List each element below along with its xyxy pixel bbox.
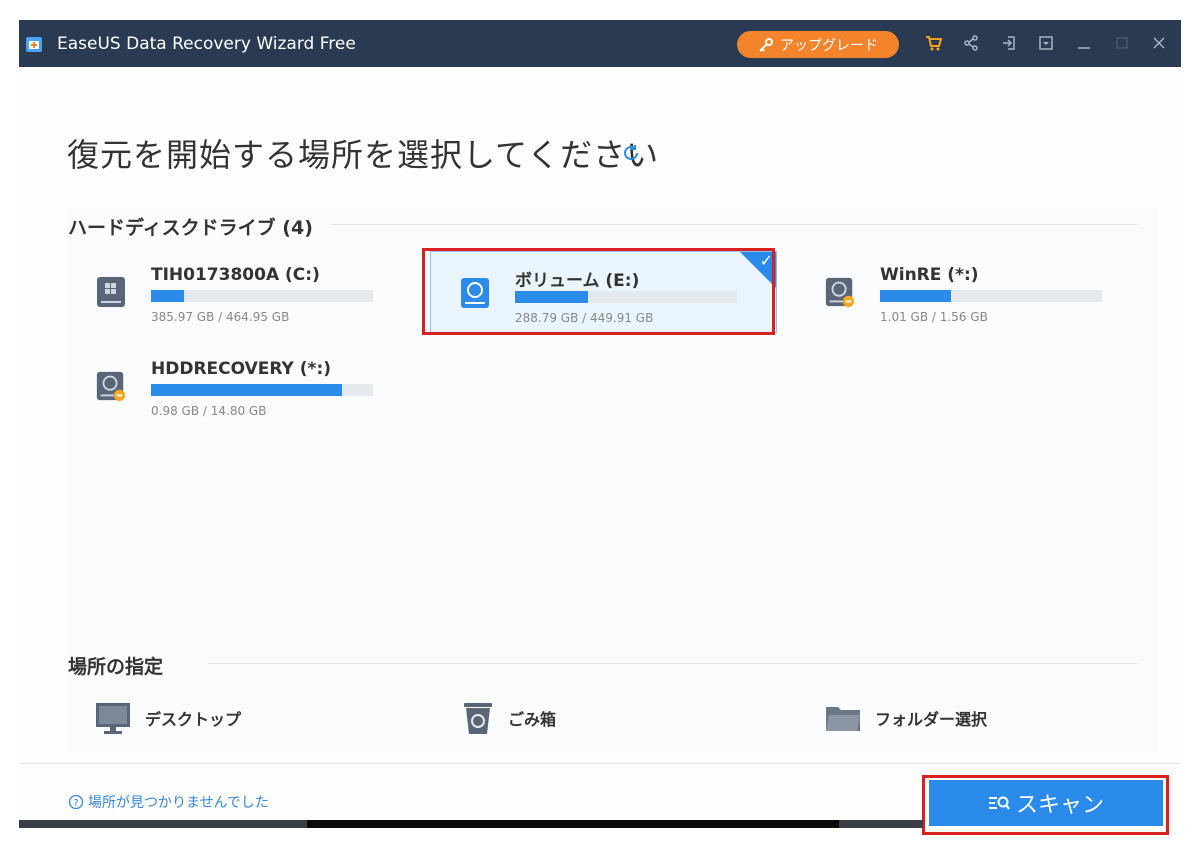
close-icon[interactable] [1150, 34, 1168, 52]
drive-name: WinRE (*:) [880, 265, 979, 285]
location-label: ごみ箱 [508, 710, 557, 729]
sign-in-icon[interactable] [1000, 34, 1018, 52]
share-icon[interactable] [962, 34, 980, 52]
svg-text:?: ? [73, 798, 78, 809]
drive-name: HDDRECOVERY (*:) [151, 359, 332, 379]
drive-usage-bar [151, 290, 373, 302]
cart-icon[interactable] [924, 34, 942, 52]
drive-size: 385.97 GB / 464.95 GB [151, 310, 290, 324]
page-title: 復元を開始する場所を選択してください [67, 136, 660, 174]
drive-card-hddrecovery[interactable]: HDDRECOVERY (*:) 0.98 GB / 14.80 GB [73, 345, 418, 425]
refresh-icon[interactable] [620, 142, 642, 164]
drive-usage-bar [151, 384, 373, 396]
upgrade-label: アップグレード [780, 37, 878, 54]
footer-divider [19, 763, 1181, 764]
taskbar-strip [839, 820, 923, 828]
section-divider [332, 224, 1138, 225]
hard-drive-section-title: ハードディスクドライブ (4) [68, 217, 313, 239]
location-recycle-bin[interactable]: ごみ箱 [462, 700, 556, 736]
upgrade-button[interactable]: アップグレード [737, 31, 899, 58]
title-bar: EaseUS Data Recovery Wizard Free アップグレード [19, 20, 1181, 67]
locations-section-title: 場所の指定 [68, 656, 164, 678]
window-title: EaseUS Data Recovery Wizard Free [57, 34, 356, 54]
recycle-bin-icon [464, 703, 492, 734]
app-logo-icon [26, 37, 42, 52]
drive-warning-icon [96, 371, 126, 402]
drive-warning-icon [825, 277, 855, 308]
help-icon: ? [68, 794, 84, 810]
drive-usage-fill [151, 290, 185, 302]
drive-usage-fill [151, 384, 342, 396]
location-folder[interactable]: フォルダー選択 [825, 703, 987, 733]
location-desktop[interactable]: デスクトップ [95, 701, 241, 735]
folder-icon [826, 707, 860, 731]
dropdown-menu-icon[interactable] [1037, 34, 1055, 52]
drive-size: 1.01 GB / 1.56 GB [880, 310, 988, 324]
location-label: デスクトップ [145, 710, 242, 729]
drive-name: TIH0173800A (C:) [151, 265, 320, 285]
minimize-icon[interactable] [1075, 34, 1093, 52]
selection-highlight-box [422, 248, 775, 335]
monitor-icon [96, 703, 130, 734]
drive-card-winre[interactable]: WinRE (*:) 1.01 GB / 1.56 GB [802, 251, 1147, 331]
windows-drive-icon [97, 277, 125, 307]
maximize-icon[interactable] [1113, 34, 1131, 52]
drive-usage-bar [880, 290, 1102, 302]
drive-card-c[interactable]: TIH0173800A (C:) 385.97 GB / 464.95 GB [73, 251, 418, 331]
section-divider [208, 663, 1138, 664]
taskbar-strip [19, 820, 307, 828]
taskbar-strip [307, 820, 839, 828]
help-link[interactable]: ? 場所が見つかりませんでした [68, 792, 269, 812]
location-label: フォルダー選択 [875, 710, 988, 729]
key-icon [759, 37, 773, 52]
scan-highlight-box [922, 775, 1169, 835]
drive-usage-fill [880, 290, 952, 302]
help-text: 場所が見つかりませんでした [88, 795, 269, 811]
drive-size: 0.98 GB / 14.80 GB [151, 404, 267, 418]
